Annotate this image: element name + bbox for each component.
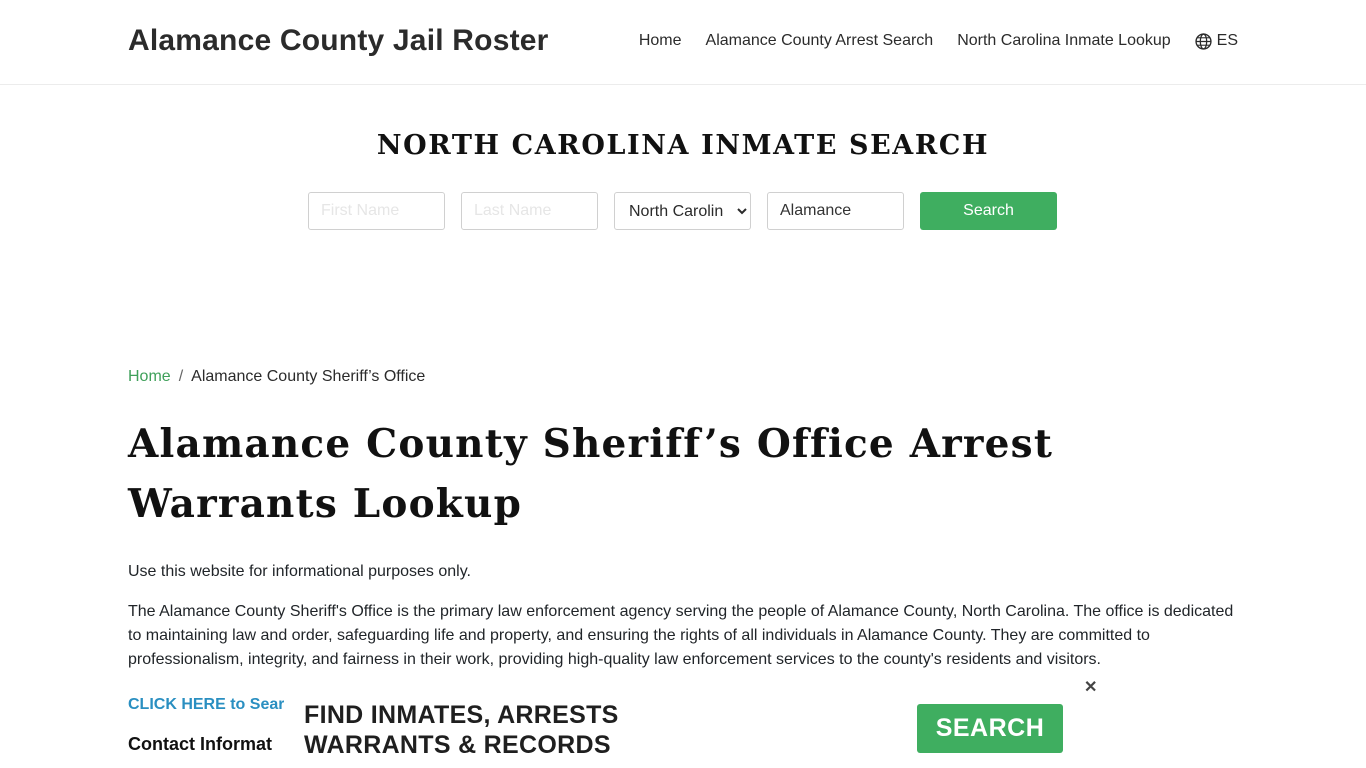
contact-info-heading: Contact Informat bbox=[128, 734, 272, 754]
inmate-search-form: North Carolina Search bbox=[308, 192, 1057, 230]
nav-link-inmate-lookup[interactable]: North Carolina Inmate Lookup bbox=[957, 32, 1170, 50]
county-input[interactable] bbox=[767, 192, 904, 230]
intro-paragraph: The Alamance County Sheriff's Office is … bbox=[128, 603, 1234, 668]
search-button[interactable]: Search bbox=[920, 192, 1057, 230]
breadcrumb: Home / Alamance County Sheriff’s Office bbox=[128, 368, 425, 386]
ad-line-1: FIND INMATES, ARRESTS bbox=[304, 701, 619, 729]
ad-search-button[interactable]: SEARCH bbox=[917, 704, 1063, 753]
disclaimer-text: Use this website for informational purpo… bbox=[128, 563, 471, 580]
language-switch[interactable]: ES bbox=[1195, 32, 1238, 50]
breadcrumb-home-link[interactable]: Home bbox=[128, 368, 171, 386]
page-title: Alamance County Sheriff’s Office Arrest … bbox=[128, 421, 1054, 527]
globe-icon bbox=[1195, 32, 1212, 50]
ad-text: FIND INMATES, ARRESTS WARRANTS & RECORDS bbox=[304, 700, 619, 760]
breadcrumb-separator: / bbox=[178, 368, 184, 385]
language-label: ES bbox=[1216, 32, 1238, 49]
page-content: Use this website for informational purpo… bbox=[128, 560, 1238, 688]
ad-line-2: WARRANTS & RECORDS bbox=[304, 731, 611, 759]
nav-link-arrest-search[interactable]: Alamance County Arrest Search bbox=[706, 32, 934, 50]
site-header: Alamance County Jail Roster Home Alamanc… bbox=[0, 0, 1366, 85]
last-name-input[interactable] bbox=[461, 192, 598, 230]
main-nav: Home Alamance County Arrest Search North… bbox=[639, 32, 1238, 50]
site-brand-link[interactable]: Alamance County Jail Roster bbox=[128, 24, 549, 58]
state-select[interactable]: North Carolina bbox=[614, 192, 751, 230]
ad-banner[interactable]: FIND INMATES, ARRESTS WARRANTS & RECORDS… bbox=[284, 680, 1104, 768]
nav-link-home[interactable]: Home bbox=[639, 32, 682, 50]
first-name-input[interactable] bbox=[308, 192, 445, 230]
close-icon[interactable]: ✕ bbox=[1084, 680, 1097, 696]
inmate-search-section: NORTH CAROLINA INMATE SEARCH North Carol… bbox=[0, 130, 1366, 230]
click-here-search-link[interactable]: CLICK HERE to Sear bbox=[128, 696, 284, 714]
search-title: NORTH CAROLINA INMATE SEARCH bbox=[376, 130, 990, 161]
breadcrumb-current: Alamance County Sheriff’s Office bbox=[191, 368, 426, 385]
